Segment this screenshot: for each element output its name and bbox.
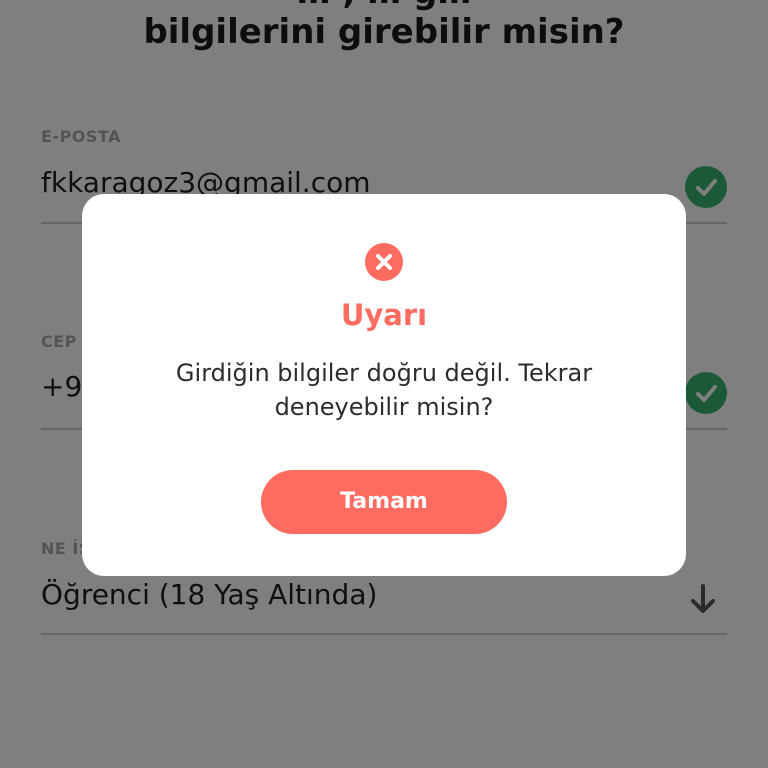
alert-dialog: Uyarı Girdiğin bilgiler doğru değil. Tek… [82,194,686,576]
app-screen: … , … g… bilgilerini girebilir misin? E-… [0,0,768,768]
error-circle-icon [365,243,403,281]
dialog-title: Uyarı [340,298,428,332]
dialog-message: Girdiğin bilgiler doğru değil. Tekrar de… [175,359,593,421]
ok-button[interactable]: Tamam [261,470,507,534]
